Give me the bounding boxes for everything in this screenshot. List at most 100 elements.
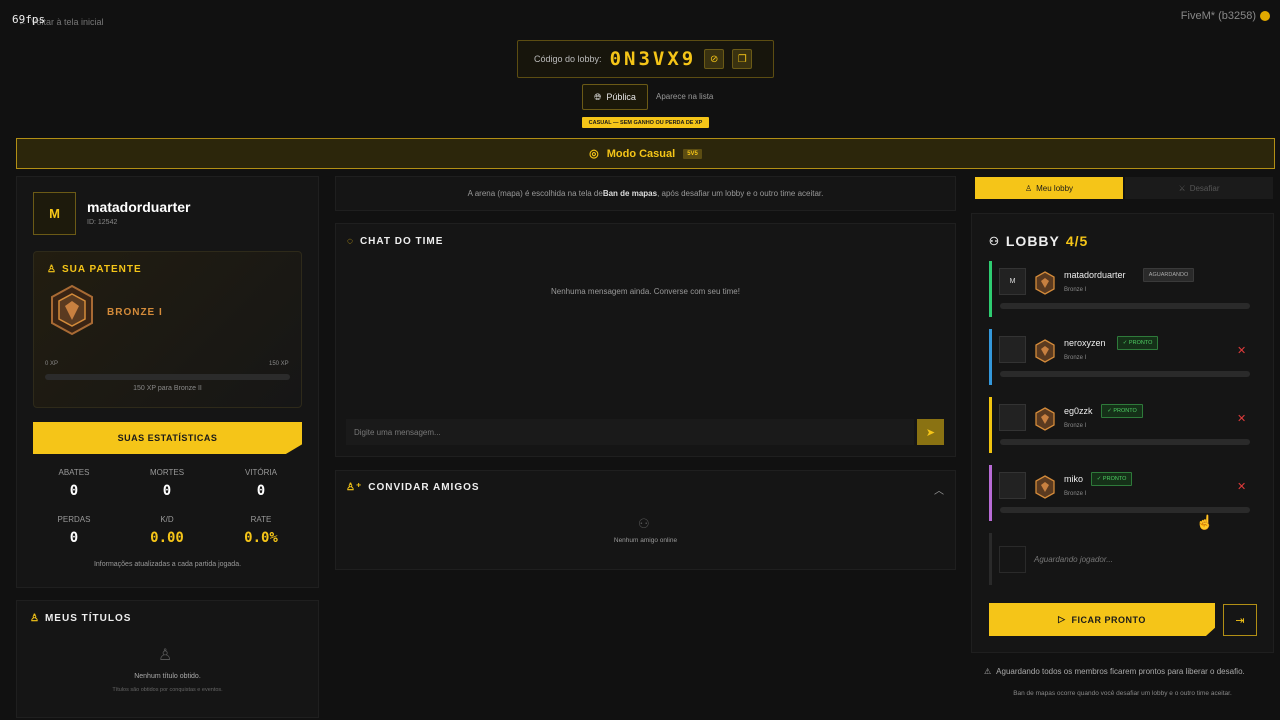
member-rank: Bronze I xyxy=(1064,491,1087,497)
copy-icon: ❐ xyxy=(737,53,747,65)
lobby-code-value: 0N3VX9 xyxy=(609,48,697,70)
globe-icon: 🌐︎ xyxy=(594,91,602,102)
lobby-member: miko Bronze I ✓ PRONTO ✕ xyxy=(989,465,1251,521)
invite-heading[interactable]: ♙⁺ CONVIDAR AMIGOS xyxy=(346,482,480,493)
member-color-bar xyxy=(989,329,992,385)
exit-icon: ⇥ xyxy=(1235,614,1245,627)
rank-name: BRONZE I xyxy=(107,307,163,318)
member-color-bar xyxy=(989,397,992,453)
copy-code-button[interactable]: ❐ xyxy=(732,49,753,69)
stat-deaths: MORTES 0 xyxy=(149,468,185,499)
chevron-up-icon[interactable]: ︿ xyxy=(934,482,944,497)
titles-empty: Nenhum título obtido. xyxy=(134,673,201,680)
mode-tag: 5V5 xyxy=(683,148,702,159)
bronze-emblem-icon xyxy=(51,284,93,336)
users-icon: ⚇ xyxy=(989,235,1000,248)
mouse-cursor-icon: ☝ xyxy=(1196,514,1214,530)
member-rank: Bronze I xyxy=(1064,287,1087,293)
eye-off-icon: ⊘ xyxy=(710,53,719,65)
swords-icon: ⚔ xyxy=(1178,183,1186,193)
visibility-hint: Aparece na lista xyxy=(656,92,714,101)
bronze-emblem-icon xyxy=(1035,475,1055,499)
stat-wins: VITÓRIA 0 xyxy=(244,468,277,499)
kick-icon[interactable]: ✕ xyxy=(1237,344,1246,357)
lobby-member: Mmatadorduarter Bronze I AGUARDANDO xyxy=(989,261,1251,317)
chat-heading: ◌ CHAT DO TIME xyxy=(347,236,444,247)
xp-max: 150 XP xyxy=(269,361,289,367)
play-icon: ▷ xyxy=(1058,614,1066,624)
user-plus-icon: ♙⁺ xyxy=(346,482,363,493)
stat-losses: PERDAS 0 xyxy=(57,515,91,546)
stats-button[interactable]: SUAS ESTATÍSTICAS xyxy=(33,422,302,454)
mode-icon: ◎ xyxy=(589,148,599,160)
lobby-code-box: Código do lobby: 0N3VX9 ⊘ ❐ xyxy=(517,40,774,78)
leave-lobby-button[interactable]: ⇥ xyxy=(1223,604,1257,636)
send-icon: ➤ xyxy=(925,426,936,439)
medal-icon: ♙ xyxy=(47,264,57,275)
status-badge: AGUARDANDO xyxy=(1142,268,1195,282)
member-color-bar xyxy=(989,465,992,521)
chat-bubble-icon: ◌ xyxy=(347,236,354,247)
member-progress-bar xyxy=(1000,507,1250,513)
ready-button[interactable]: ▷ FICAR PRONTO xyxy=(989,603,1215,636)
member-avatar: M xyxy=(999,268,1026,295)
chat-input[interactable] xyxy=(346,419,914,445)
member-progress-bar xyxy=(1000,439,1250,445)
arena-info: A arena (mapa) é escolhida na tela de Ba… xyxy=(335,176,956,211)
stat-kd: K/D 0.00 xyxy=(150,515,184,546)
lobby-member: neroxyzen Bronze I ✓ PRONTO ✕ xyxy=(989,329,1251,385)
member-name: neroxyzen xyxy=(1064,338,1106,348)
fivem-icon xyxy=(1260,11,1270,21)
lobby-code-label: Código do lobby: xyxy=(534,54,602,64)
member-progress-bar xyxy=(1000,303,1250,309)
bronze-emblem-icon xyxy=(1035,271,1055,295)
xp-min: 0 XP xyxy=(45,361,59,367)
award-icon: ♙ xyxy=(158,647,173,664)
user-plus-icon: ♙ xyxy=(1024,183,1033,193)
invite-empty: Nenhum amigo online xyxy=(613,537,678,544)
hide-code-button[interactable]: ⊘ xyxy=(704,49,725,69)
lobby-count: 4/5 xyxy=(1065,233,1089,249)
member-avatar xyxy=(999,336,1026,363)
stats-note: Informações atualizadas a cada partida j… xyxy=(93,561,242,568)
warning-icon: ⚠ xyxy=(984,667,992,676)
client-label: FiveM* (b3258) xyxy=(1181,10,1270,22)
lobby-heading: ⚇ LOBBY 4/5 xyxy=(989,233,1089,249)
member-rank: Bronze I xyxy=(1064,423,1087,429)
member-name: miko xyxy=(1064,474,1084,484)
titles-heading: ♙ MEUS TÍTULOS xyxy=(30,613,132,624)
bronze-emblem-icon xyxy=(1035,407,1055,431)
mode-bar[interactable]: ◎ Modo Casual 5V5 xyxy=(16,138,1275,169)
bronze-emblem-icon xyxy=(1035,339,1055,363)
status-badge: ✓ PRONTO xyxy=(1101,404,1143,418)
stat-kills: ABATES 0 xyxy=(58,468,90,499)
fps-counter: 69fps xyxy=(12,13,46,26)
kick-icon[interactable]: ✕ xyxy=(1237,412,1246,425)
member-rank: Bronze I xyxy=(1064,355,1087,361)
xp-progress-bar xyxy=(45,374,290,380)
tab-challenge[interactable]: ⚔ Desafiar xyxy=(1125,177,1273,199)
player-id: ID: 12542 xyxy=(87,219,118,226)
stat-rate: RATE 0.0% xyxy=(244,515,278,546)
empty-slot: Aguardando jogador... xyxy=(989,533,1251,585)
chat-empty: Nenhuma mensagem ainda. Converse com seu… xyxy=(551,287,740,296)
member-color-bar xyxy=(989,261,992,317)
kick-icon[interactable]: ✕ xyxy=(1237,480,1246,493)
tab-my-lobby[interactable]: ♙ Meu lobby xyxy=(975,177,1123,199)
avatar: M xyxy=(33,192,76,235)
visibility-button[interactable]: 🌐︎ Pública xyxy=(582,84,648,110)
users-icon: ⚇ xyxy=(638,516,650,531)
status-badge: ✓ PRONTO xyxy=(1116,336,1159,350)
ban-note: Ban de mapas ocorre quando você desafiar… xyxy=(1013,690,1232,697)
mode-label: Modo Casual xyxy=(606,147,676,160)
mode-badge: CASUAL — SEM GANHO OU PERDA DE XP xyxy=(582,117,709,128)
rank-heading: ♙ SUA PATENTE xyxy=(47,264,142,275)
ready-warning: ⚠ Aguardando todos os membros ficarem pro… xyxy=(984,667,1245,676)
status-badge: ✓ PRONTO xyxy=(1090,472,1133,486)
send-button[interactable]: ➤ xyxy=(917,419,944,445)
member-progress-bar xyxy=(1000,371,1250,377)
member-avatar xyxy=(999,472,1026,499)
member-name: eg0zzk xyxy=(1064,406,1093,416)
xp-next: 150 XP para Bronze II xyxy=(133,385,202,392)
titles-sub: Títulos são obtidos por conquistas e eve… xyxy=(112,687,223,693)
